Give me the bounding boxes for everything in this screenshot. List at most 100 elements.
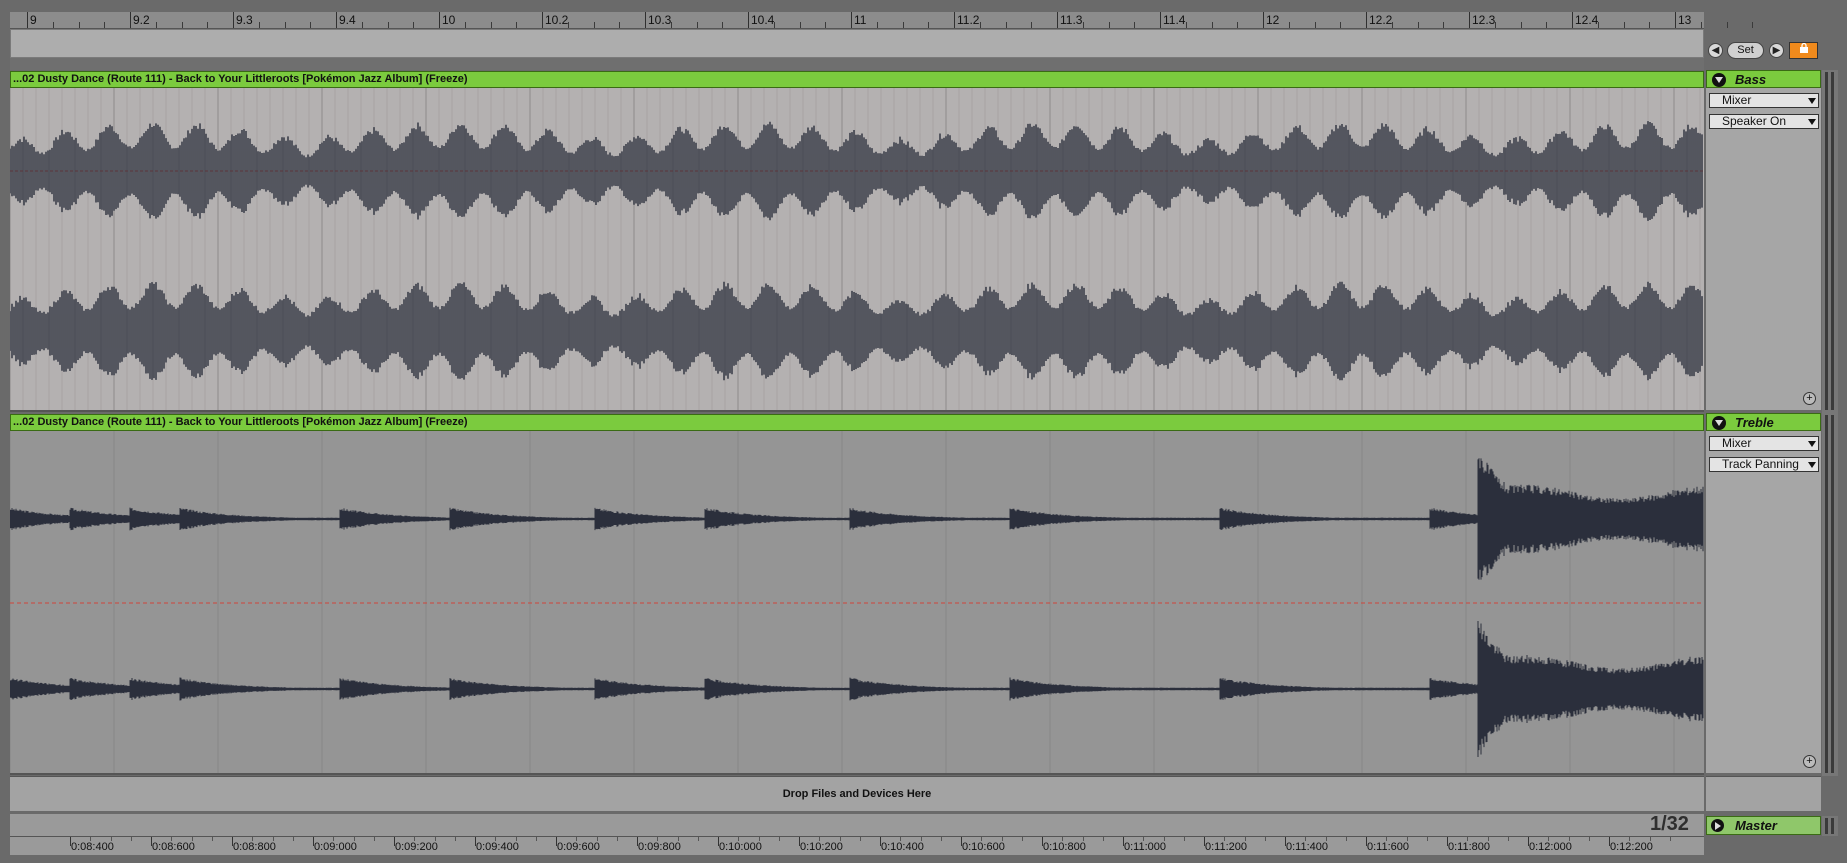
time-minor-tick [839,837,841,841]
time-minor-tick [697,837,699,841]
ruler-tick [1160,12,1161,28]
time-minor-tick [1183,837,1185,841]
time-minor-tick [1467,837,1469,841]
time-minor-tick [211,837,213,841]
drop-zone[interactable]: Drop Files and Devices Here [10,776,1704,811]
ruler-tick [851,12,852,28]
add-automation-lane-icon[interactable]: + [1803,392,1816,405]
time-label: 0:10:400 [881,841,924,853]
track-name: Treble [1735,415,1774,430]
chevron-down-icon [1808,462,1816,468]
time-minor-tick [1264,837,1266,841]
time-label: 0:10:000 [719,841,762,853]
level-meter [1831,72,1834,410]
device-chooser-dropdown[interactable]: Mixer [1709,436,1819,451]
ruler-tick [1469,12,1470,28]
time-minor-tick [90,837,92,841]
dropdown-value: Mixer [1722,93,1752,107]
automation-parameter-dropdown[interactable]: Track Panning [1709,457,1819,472]
ruler-label: 12.2 [1369,13,1393,27]
ruler-minor-tick [979,22,981,28]
beat-time-ruler[interactable]: 9 9.2 9.3 9.4 10 10.2 10.3 10.4 11 11.2 11.3 11.4 12… [10,12,1754,29]
previous-locator-button[interactable]: ◀ [1708,43,1723,58]
device-chooser-dropdown[interactable]: Mixer [1709,93,1819,108]
master-meter [1822,816,1838,836]
time-minor-tick [900,837,902,841]
time-label: 0:12:200 [1610,841,1653,853]
ruler-minor-tick [1288,22,1290,28]
ruler-label: 11.4 [1163,13,1186,27]
automation-parameter-dropdown[interactable]: Speaker On [1709,114,1819,129]
ruler-label: 10.3 [648,13,672,27]
set-locator-button[interactable]: Set [1727,42,1764,59]
time-label: 0:11:400 [1286,841,1329,853]
bass-clip-waveform[interactable] [10,88,1704,412]
ruler-tick [439,12,440,28]
ruler-minor-tick [1546,22,1548,28]
ruler-minor-tick [1314,22,1316,28]
ruler-minor-tick [1185,22,1187,28]
ruler-tick [1675,12,1676,28]
time-minor-tick [1325,837,1327,841]
time-label: 0:11:800 [1448,841,1491,853]
time-label: 0:10:200 [800,841,843,853]
track-name: Bass [1735,72,1767,87]
time-minor-tick [1669,837,1671,841]
arrow-right-icon: ▶ [1772,45,1781,56]
time-minor-tick [373,837,375,841]
time-minor-tick [454,837,456,841]
ruler-minor-tick [1031,22,1033,28]
time-label: 0:10:800 [1043,841,1086,853]
time-ruler[interactable]: 0:08:400 0:08:600 0:08:800 0:09:000 0:09:200… [10,836,1704,855]
ruler-label: 10.4 [751,13,775,27]
ruler-tick [1263,12,1264,28]
time-minor-tick [1021,837,1023,841]
add-automation-lane-icon[interactable]: + [1803,755,1816,768]
time-label: 0:08:600 [152,841,195,853]
ruler-label: 9 [30,13,37,27]
arrangement-overview[interactable] [10,29,1704,58]
ruler-minor-tick [104,22,106,28]
chevron-down-icon [1808,98,1816,104]
master-track-lane[interactable] [10,814,1704,836]
track-name: Master [1735,818,1777,833]
time-minor-tick [434,837,436,841]
time-minor-tick [1548,837,1550,841]
next-locator-button[interactable]: ▶ [1769,43,1784,58]
grid-quantization-label[interactable]: 1/32 [1650,813,1689,836]
fold-toggle-icon[interactable] [1712,73,1726,87]
divider [10,58,1704,70]
ruler-minor-tick [1443,22,1445,28]
track-header-bass[interactable]: Bass [1706,70,1821,88]
ruler-label: 9.3 [236,13,253,27]
time-minor-tick [515,837,517,841]
ruler-minor-tick [567,22,569,28]
ruler-minor-tick [1726,22,1728,28]
time-minor-tick [677,837,679,841]
time-minor-tick [535,837,537,841]
time-minor-tick [1568,837,1570,841]
ruler-tick [542,12,543,28]
track-header-master[interactable]: Master [1706,816,1821,835]
ruler-tick [748,12,749,28]
time-minor-tick [292,837,294,841]
ruler-minor-tick [722,22,724,28]
track-header-treble[interactable]: Treble [1706,413,1821,431]
lock-button[interactable] [1789,42,1818,59]
dropdown-value: Mixer [1722,436,1752,450]
play-icon[interactable] [1711,819,1724,832]
ruler-minor-tick [825,22,827,28]
clip-header-bass[interactable]: ...02 Dusty Dance (Route 111) - Back to … [10,71,1704,88]
fold-toggle-icon[interactable] [1712,416,1726,430]
ruler-minor-tick [1108,22,1110,28]
time-minor-tick [495,837,497,841]
time-label: 0:11:000 [1124,841,1167,853]
ruler-label: 11.3 [1060,13,1083,27]
time-minor-tick [1062,837,1064,841]
treble-clip-waveform[interactable] [10,431,1704,775]
time-minor-tick [859,837,861,841]
waveform-channel-1 [10,458,1704,580]
clip-header-treble[interactable]: ...02 Dusty Dance (Route 111) - Back to … [10,414,1704,431]
time-minor-tick [1588,837,1590,841]
time-label: 0:11:600 [1367,841,1410,853]
